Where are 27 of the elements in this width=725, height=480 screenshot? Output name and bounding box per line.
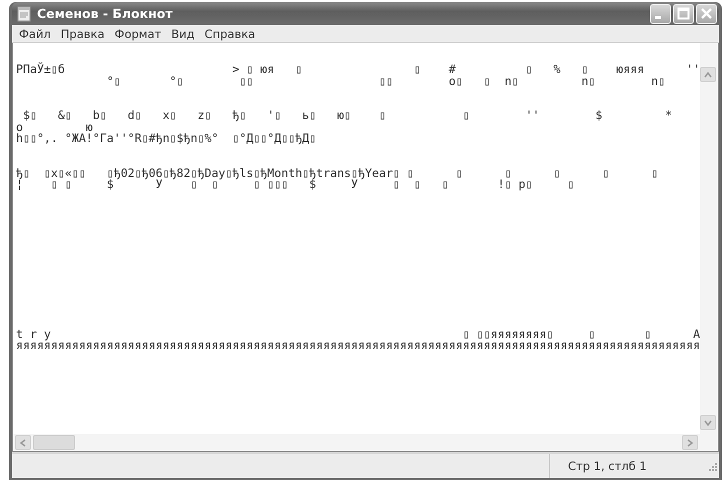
menu-item[interactable]: Файл: [14, 26, 56, 40]
scroll-right-button[interactable]: [682, 435, 698, 450]
cursor-position: Стр 1, стлб 1: [568, 459, 647, 473]
close-button[interactable]: [696, 4, 717, 24]
scroll-left-icon: [19, 438, 27, 446]
close-icon: [700, 7, 713, 20]
resize-grip-icon[interactable]: [707, 461, 717, 471]
maximize-icon: [677, 7, 690, 20]
minimize-button[interactable]: [650, 4, 671, 24]
scroll-thumb[interactable]: [33, 435, 75, 450]
scroll-up-icon: [704, 70, 712, 78]
notepad-icon: [17, 6, 31, 22]
scroll-down-button[interactable]: [700, 415, 716, 430]
menu-item[interactable]: Правка: [56, 26, 110, 40]
menu-item[interactable]: Справка: [200, 26, 260, 40]
maximize-button[interactable]: [673, 4, 694, 24]
window-title: Семенов - Блокнот: [37, 6, 174, 21]
menu-item[interactable]: Формат: [110, 26, 166, 40]
menu-item[interactable]: Вид: [166, 26, 200, 40]
text-area[interactable]: [13, 43, 700, 434]
scroll-left-button[interactable]: [15, 435, 31, 450]
scroll-up-button[interactable]: [700, 67, 716, 82]
minimize-icon: [655, 16, 661, 18]
scroll-down-icon: [704, 418, 712, 426]
document-text: РПаЎ±▯б > ▯ юя ▯ ▯ # ▯ % ▯ юяяя '' °▯ °▯ ▯▯ ▯▯ o▯ ▯ n▯ n▯ n▯ $▯ &▯ b▯ d▯ x▯ z▯ ђ▯ '▯ ь▯ ю▯ ▯ ▯ '' $ * o ю h▯▯°,. °ЖA!°Гa''°R▯#ђn▯$ђn▯%° ▯°Д▯▯°Д▯▯ђД▯ ђ▯ ▯x▯«▯▯ ▯ђ02▯ђ06▯ђ82▯ђDay▯ђls▯ђMonth▯ђtrans▯ђYear▯ ▯ ▯ ▯ ▯ ▯ ▯ ¦ ▯ ▯ $ У ▯ ▯ ▯ ▯▯▯ $ У ▯ ▯ ▯ !▯ р▯ ▯ t r y ▯ ▯▯яяяяяяяя▯ ▯ ▯ A яяяяяяяяяяяяяяяяяяяяяяяяяяяяяяяяяяяяяяяяяяяяяяяяяяяяяяяяяяяяяяяяяяяяяяяяяяяяяяяяяяяяяяяяяяяяяяяяяя: [16, 64, 700, 352]
horizontal-scrollbar[interactable]: [13, 434, 700, 451]
scroll-right-icon: [686, 438, 694, 446]
